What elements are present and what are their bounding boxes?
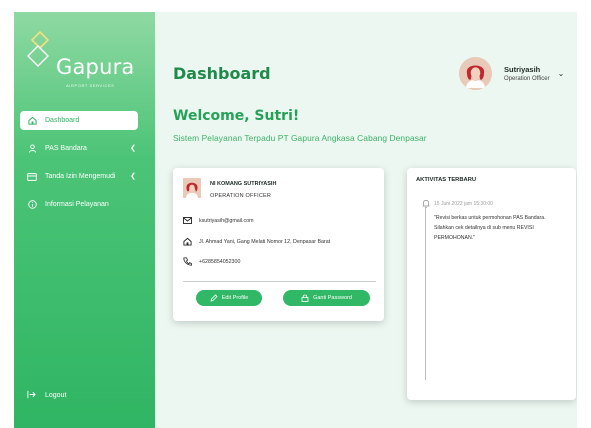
change-password-label: Ganti Password — [313, 295, 352, 301]
brand-tagline: AIRPORT SERVICES — [66, 83, 115, 88]
chevron-down-icon[interactable]: ⌄ — [558, 69, 565, 78]
sidebar: Gapura AIRPORT SERVICES Dashboard PAS Ba… — [14, 12, 155, 428]
sidebar-item-pas-bandara[interactable]: PAS Bandara ❮ — [20, 139, 138, 158]
profile-email: ksutriyasih@gmail.com — [199, 217, 254, 224]
divider — [183, 281, 376, 282]
brand-name: Gapura — [56, 55, 135, 79]
sidebar-item-informasi-pelayanan[interactable]: Informasi Pelayanan — [20, 195, 138, 214]
person-icon — [27, 144, 37, 154]
home-icon — [183, 237, 192, 246]
sidebar-item-label: PAS Bandara — [45, 145, 87, 152]
user-role: Operation Officer — [504, 75, 550, 82]
sidebar-item-label: Informasi Pelayanan — [45, 201, 109, 208]
activity-title: AKTIVITAS TERBARU — [416, 177, 477, 183]
pencil-icon — [210, 294, 218, 302]
welcome-greeting: Welcome, Sutri! — [173, 108, 300, 124]
activity-text: "Revisi berkas untuk permohonan PAS Band… — [434, 215, 546, 241]
timeline-line — [425, 201, 426, 380]
logout-label: Logout — [45, 392, 67, 399]
sidebar-item-label: Dashboard — [45, 117, 80, 124]
welcome-subtitle: Sistem Pelayanan Terpadu PT Gapura Angka… — [173, 133, 427, 143]
user-name: Sutriyasih — [504, 64, 541, 74]
profile-phone: +6285854052300 — [199, 258, 241, 265]
card-icon — [27, 172, 37, 182]
profile-address: Jl. Ahmad Yani, Gang Melati Nomor 12, De… — [199, 238, 331, 245]
page-title: Dashboard — [173, 64, 271, 83]
info-icon — [27, 200, 37, 210]
profile-position: OPERATION OFFICER — [210, 193, 272, 199]
profile-email-row: ksutriyasih@gmail.com — [183, 217, 254, 224]
chevron-left-icon: ❮ — [130, 145, 136, 152]
sidebar-item-tanda-izin-mengemudi[interactable]: Tanda Izin Mengemudi ❮ — [20, 167, 138, 186]
profile-card: NI KOMANG SUTRIYASIH OPERATION OFFICER k… — [173, 168, 384, 321]
logout-button[interactable]: Logout — [27, 390, 66, 401]
profile-photo — [183, 178, 201, 198]
edit-profile-button[interactable]: Edit Profile — [196, 290, 262, 306]
phone-icon — [183, 257, 192, 266]
mail-icon — [183, 217, 192, 224]
activity-card: AKTIVITAS TERBARU 15 Juni 2022 jam 15:30… — [407, 168, 576, 400]
sidebar-item-dashboard[interactable]: Dashboard — [20, 111, 138, 130]
avatar — [459, 56, 492, 90]
sidebar-item-label: Tanda Izin Mengemudi — [45, 173, 116, 180]
profile-phone-row: +6285854052300 — [183, 257, 240, 266]
gapura-logo[interactable]: Gapura AIRPORT SERVICES — [26, 26, 146, 88]
user-menu[interactable]: Sutriyasih Operation Officer ⌄ — [459, 56, 564, 90]
change-password-button[interactable]: Ganti Password — [283, 290, 370, 306]
activity-date: 15 Juni 2022 jam 15:30:00 — [434, 201, 493, 207]
chevron-left-icon: ❮ — [130, 173, 136, 180]
profile-address-row: Jl. Ahmad Yani, Gang Melati Nomor 12, De… — [183, 237, 330, 246]
logout-icon — [27, 390, 37, 401]
lock-icon — [301, 294, 309, 302]
edit-profile-label: Edit Profile — [221, 295, 249, 301]
gapura-logo-icon — [27, 30, 50, 67]
home-icon — [27, 116, 37, 126]
profile-name: NI KOMANG SUTRIYASIH — [210, 181, 277, 187]
bell-icon — [421, 198, 430, 208]
app-frame: Gapura AIRPORT SERVICES Dashboard PAS Ba… — [14, 12, 577, 428]
